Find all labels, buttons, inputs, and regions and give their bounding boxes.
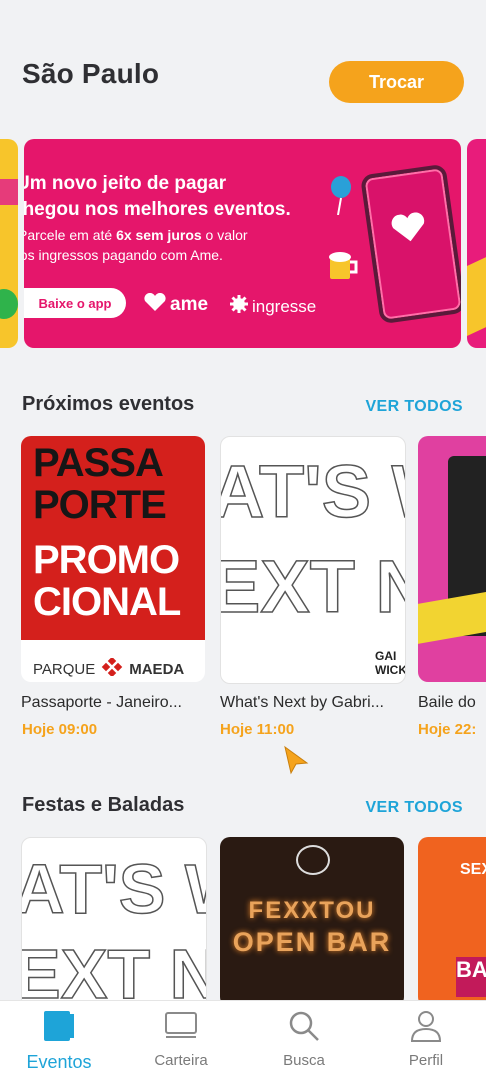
card-art-text: AT'S WHA [221,450,405,533]
card-art-text: BA [456,957,486,997]
gear-icon [230,295,248,318]
nav-wallet[interactable]: Carteira [126,1001,236,1077]
parties-section-title: Festas e Baladas [22,794,185,816]
party-card-image[interactable]: SEX BA [418,837,486,1007]
venue-logo: PARQUE MAEDA [33,656,184,680]
search-icon [286,1001,322,1048]
event-card-time: Hoje 22: [418,721,477,738]
event-card-title[interactable]: Baile do [418,694,486,712]
nav-profile-label: Perfil [408,1052,444,1069]
upcoming-see-all-link[interactable]: VER TODOS [365,398,463,416]
banner-next-slide[interactable] [467,139,486,348]
nav-wallet-label: Carteira [154,1052,208,1069]
event-card-image[interactable]: AT'S WHA EXT NEX GAI WICK [220,436,406,684]
banner-headline-2: chegou nos melhores eventos. [24,199,291,220]
heart-icon [144,292,166,317]
diamond-icon [101,656,123,680]
event-card-title[interactable]: What's Next by Gabri... [220,694,406,712]
city-title: São Paulo [22,58,160,89]
party-card-image[interactable]: FEXXTOU OPEN BAR [220,837,404,1007]
download-app-button[interactable]: Baixe o app [24,288,126,318]
nav-events-label: Eventos [26,1052,92,1072]
promo-banner[interactable]: Um novo jeito de pagar chegou nos melhor… [24,139,461,348]
nav-profile[interactable]: Perfil [371,1001,481,1077]
wallet-icon [162,1001,200,1048]
card-art-text: CIONAL [33,580,181,624]
nav-search[interactable]: Busca [249,1001,359,1077]
card-art-text: EXT NEX [221,545,405,628]
card-art-text: FEXXTOU [248,897,376,924]
event-card-image[interactable] [418,436,486,682]
beer-icon [326,251,362,286]
pointer-cursor-icon [283,745,309,780]
balloon-icon [328,175,354,220]
phone-illustration [359,163,461,325]
card-art-text: PORTE [33,483,167,527]
card-art-tag: GAI WICK [375,649,406,677]
nav-events[interactable]: Eventos [4,1001,114,1077]
bottom-navigation: Eventos Carteira Busca Perfil [0,1000,486,1077]
card-art-text: EXT NE [22,935,206,1008]
banner-subtext-1: Parcele em até 6x sem juros o valor [24,227,248,243]
event-card-time: Hoje 11:00 [220,721,295,738]
change-city-button[interactable]: Trocar [329,61,464,103]
card-art-text: OPEN BAR [232,927,392,957]
card-art-text: SEX [460,861,486,878]
ame-logo: ame [144,292,208,317]
event-card-title[interactable]: Passaporte - Janeiro... [21,694,207,712]
party-card-image[interactable]: AT'S WHA EXT NE [21,837,207,1009]
ticket-icon [41,1001,77,1048]
banner-headline-1: Um novo jeito de pagar [24,173,227,194]
card-art-text: AT'S WHA [22,850,206,928]
event-card-image[interactable]: PASSA PORTE PROMO CIONAL PARQUE MAEDA [21,436,205,682]
banner-subtext-2: dos ingressos pagando com Ame. [24,247,223,263]
nav-search-label: Busca [283,1052,325,1069]
heart-icon [390,211,428,248]
parties-see-all-link[interactable]: VER TODOS [365,799,463,817]
ingresse-logo: ingresse [230,295,316,318]
event-card-time: Hoje 09:00 [22,721,98,738]
user-icon [408,1001,444,1048]
card-art-text: PROMO [33,538,180,582]
banner-previous-slide[interactable] [0,139,18,348]
card-art-text: PASSA [33,441,164,485]
upcoming-section-title: Próximos eventos [22,393,195,415]
